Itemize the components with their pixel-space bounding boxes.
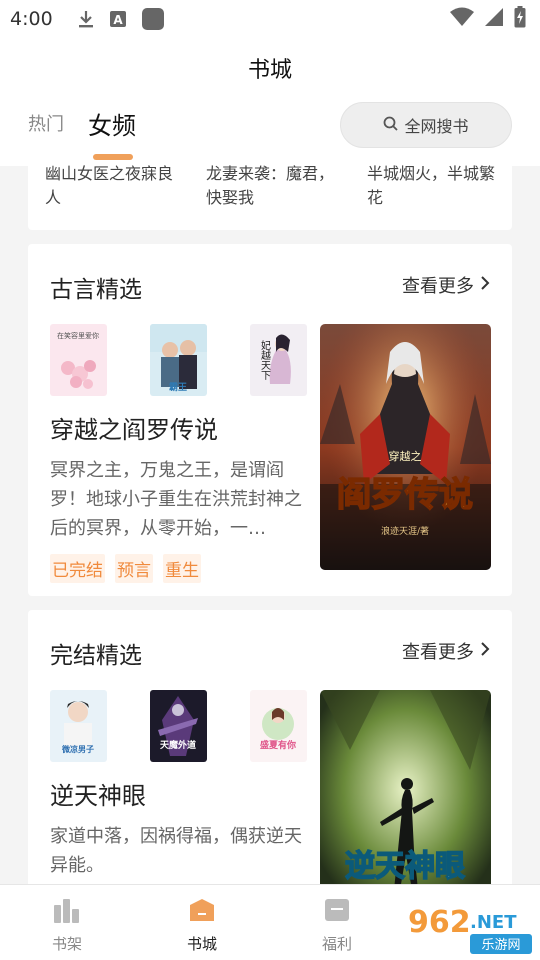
tag-chip[interactable]: 重生 [163, 554, 201, 583]
signal-icon [484, 7, 504, 31]
see-more-link[interactable]: 查看更多 [402, 638, 490, 664]
nav-label: 书架 [51, 935, 82, 953]
bookshelf-icon [53, 897, 81, 927]
featured-book-cover[interactable]: 逆天神眼 [320, 690, 491, 910]
tab-female[interactable]: 女频 [88, 106, 136, 141]
tag-chip[interactable]: 已完结 [50, 554, 105, 583]
cover-author: 浪迹天涯/著 [381, 525, 429, 537]
top-book-list: 幽山女医之夜寐良人 龙妻来袭：魔君，快娶我 半城烟火，半城繁花 [28, 164, 512, 230]
download-icon [77, 9, 95, 29]
list-item-book[interactable]: 半城烟火，半城繁花 [367, 162, 497, 210]
cover-prefix: 穿越之 [389, 449, 422, 463]
welfare-icon [323, 897, 351, 927]
status-bar: 4:00 A [0, 0, 540, 38]
nav-item-bookshelf[interactable]: 书架 [27, 897, 107, 954]
nav-item-welfare[interactable]: 福利 [297, 897, 377, 954]
chevron-right-icon [480, 275, 490, 296]
tag-chip[interactable]: 预言 [115, 554, 153, 583]
watermark-number: 962 [408, 905, 471, 940]
section-title: 古言精选 [50, 277, 142, 303]
section-title: 完结精选 [50, 643, 142, 669]
featured-book-title[interactable]: 逆天神眼 [50, 776, 146, 811]
book-cover[interactable]: 天魔外道 [150, 690, 207, 762]
see-more-label: 查看更多 [402, 642, 474, 663]
cover-title: 逆天神眼 [345, 849, 465, 884]
bookstore-icon [187, 897, 217, 927]
nav-label: 福利 [321, 935, 352, 953]
nav-label: 书城 [186, 935, 217, 953]
book-cover[interactable]: 微凉男子 [50, 690, 107, 762]
section-guyan: 古言精选 查看更多 在笑容里爱你 霸王 妃越天下 穿越之 阎罗传说 浪迹天涯/著… [28, 244, 512, 596]
see-more-label: 查看更多 [402, 276, 474, 297]
section-wanjie: 完结精选 查看更多 微凉男子 天魔外道 盛夏有你 逆天神眼 逆天神眼 家道中落，… [28, 610, 512, 910]
chevron-right-icon [480, 641, 490, 662]
app-square-icon [141, 7, 165, 31]
watermark-sub: 乐游网 [481, 938, 520, 953]
status-time: 4:00 [10, 8, 53, 30]
svg-text:A: A [113, 13, 123, 27]
book-cover[interactable]: 妃越天下 [250, 324, 307, 396]
book-cover[interactable]: 在笑容里爱你 [50, 324, 107, 396]
page-title: 书城 [247, 58, 292, 83]
cover-title: 微凉男子 [61, 744, 94, 754]
cover-title: 天魔外道 [160, 739, 196, 751]
active-tab-indicator [93, 154, 133, 160]
list-item-book[interactable]: 龙妻来袭：魔君，快娶我 [206, 162, 336, 210]
cover-title: 阎罗传说 [337, 475, 473, 515]
cover-title: 盛夏有你 [260, 739, 296, 751]
battery-icon [514, 6, 526, 32]
book-cover[interactable]: 盛夏有你 [250, 690, 307, 762]
nav-item-bookstore[interactable]: 书城 [162, 897, 242, 954]
featured-book-desc: 家道中落，因祸得福，偶获逆天异能。 [50, 826, 302, 876]
search-label: 全网搜书 [404, 117, 469, 136]
wifi-icon [450, 7, 474, 31]
featured-book-desc: 冥界之主，万鬼之王，是谓阎罗！地球小子重生在洪荒封神之后的冥界，从零开始，一… [50, 460, 302, 539]
book-cover[interactable]: 霸王 [150, 324, 207, 396]
cover-title: 妃越天下 [259, 340, 271, 381]
tab-hot[interactable]: 热门 [28, 110, 64, 136]
search-icon [383, 116, 399, 135]
site-watermark: 962 .NET 乐游网 [398, 896, 536, 956]
featured-book-cover[interactable]: 穿越之 阎罗传说 浪迹天涯/著 [320, 324, 491, 570]
see-more-link[interactable]: 查看更多 [402, 272, 490, 298]
search-button[interactable]: 全网搜书 [340, 102, 512, 148]
tag-list: 已完结 预言 重生 [50, 554, 201, 583]
cover-title: 霸王 [169, 381, 187, 393]
list-item-book[interactable]: 幽山女医之夜寐良人 [45, 162, 175, 210]
featured-book-title[interactable]: 穿越之阎罗传说 [50, 410, 218, 445]
header: 书城 热门 女频 全网搜书 [0, 38, 540, 166]
cover-title: 在笑容里爱你 [57, 331, 99, 340]
a-notification-icon: A [109, 10, 127, 28]
watermark-suffix: .NET [470, 912, 517, 933]
